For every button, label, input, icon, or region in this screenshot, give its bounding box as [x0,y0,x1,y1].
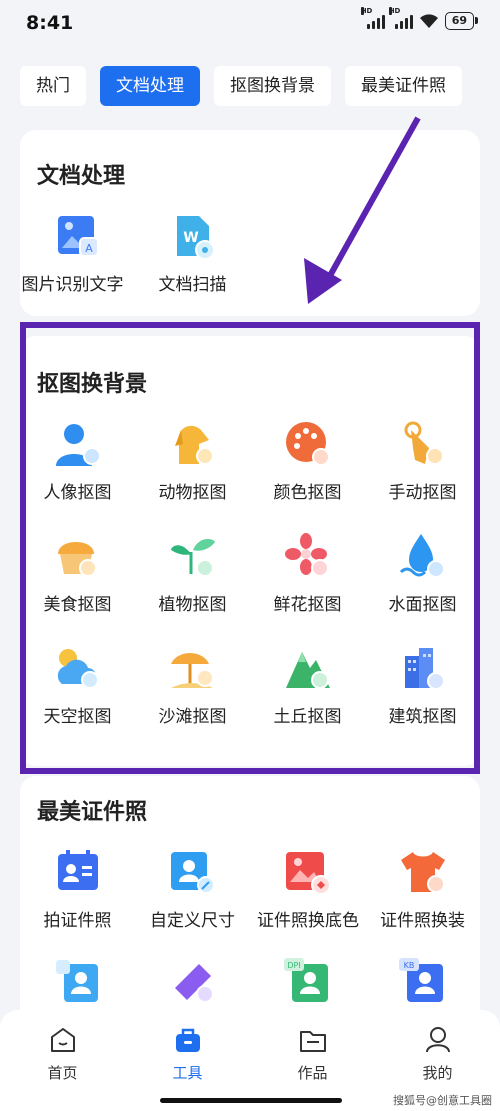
toolbox-icon [174,1026,202,1054]
svg-text:KB: KB [403,961,414,970]
tool-take-id-photo[interactable]: 拍证件照 [20,848,135,931]
tool-id-photo-extra-3[interactable]: DPI [250,958,365,1006]
tool-id-photo-extra-1[interactable] [20,958,135,1006]
user-icon [424,1026,452,1054]
nav-tools[interactable]: 工具 [125,1026,250,1083]
tool-label: 拍证件照 [43,911,112,931]
photo-swap-icon [284,848,332,896]
tool-id-photo-extra-4[interactable]: KB [365,958,480,1006]
person-card-icon [54,958,102,1006]
nav-label: 我的 [422,1064,453,1082]
home-indicator [160,1098,342,1103]
home-icon [49,1026,77,1054]
folder-icon [299,1026,327,1054]
nav-label: 工具 [172,1064,203,1082]
annotation-arrow-icon [304,116,421,304]
person-edit-icon [169,848,217,896]
tshirt-icon [399,848,447,896]
nav-label: 作品 [297,1064,328,1082]
svg-text:DPI: DPI [287,961,300,970]
kb-person-icon: KB [398,958,447,1006]
nav-works[interactable]: 作品 [250,1026,375,1083]
tool-change-background[interactable]: 证件照换底色 [250,848,365,931]
tool-label: 证件照换底色 [257,911,359,931]
nav-me[interactable]: 我的 [375,1026,500,1083]
highlight-box [20,322,480,774]
dpi-person-icon: DPI [283,958,332,1006]
section-title: 最美证件照 [37,800,148,825]
watermark: 搜狐号@创意工具圈 [393,1094,492,1107]
brush-icon [169,958,217,1006]
tool-label: 证件照换装 [380,911,465,931]
id-card-icon [54,848,102,896]
nav-label: 首页 [47,1064,78,1082]
nav-home[interactable]: 首页 [0,1026,125,1083]
tool-custom-size[interactable]: 自定义尺寸 [135,848,250,931]
tool-change-outfit[interactable]: 证件照换装 [365,848,480,931]
tool-id-photo-extra-2[interactable] [135,958,250,1006]
tool-label: 自定义尺寸 [150,911,235,931]
